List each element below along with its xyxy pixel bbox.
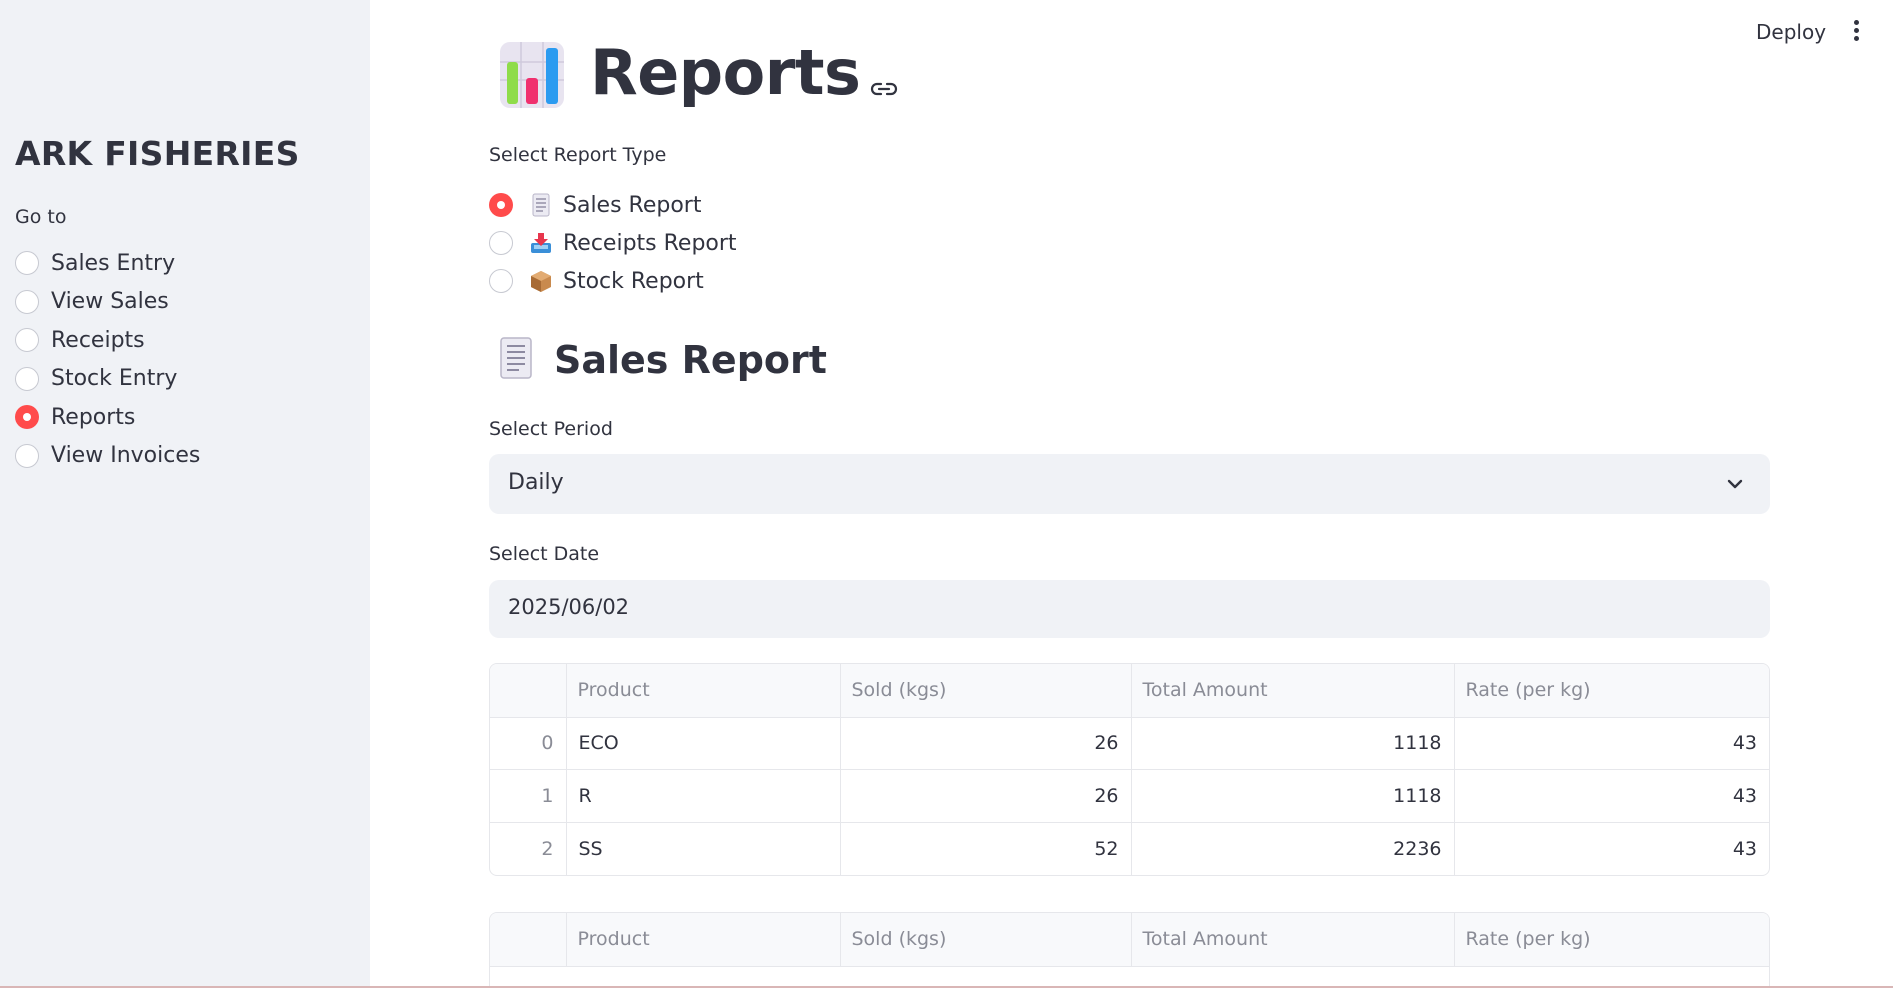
page-title: Reports: [590, 36, 861, 109]
cell-total[interactable]: 2236: [1131, 822, 1455, 875]
date-input-container[interactable]: [489, 580, 1770, 638]
nav-radio-group: Sales Entry View Sales Receipts Stock En…: [15, 244, 200, 475]
report-option-label: Sales Report: [563, 192, 702, 218]
nav-item-reports[interactable]: Reports: [15, 398, 200, 437]
report-option-receipts[interactable]: Receipts Report: [489, 224, 737, 262]
radio-button-selected[interactable]: [489, 193, 513, 217]
section-header: Sales Report: [498, 336, 827, 384]
nav-item-label: Sales Entry: [51, 250, 176, 276]
sidebar: ARK FISHERIES Go to Sales Entry View Sal…: [0, 0, 370, 988]
deploy-button[interactable]: Deploy: [1756, 20, 1826, 44]
receipt-icon: [498, 336, 534, 384]
nav-item-view-sales[interactable]: View Sales: [15, 283, 200, 322]
kebab-menu-icon[interactable]: [1848, 20, 1864, 46]
report-option-label: Receipts Report: [563, 230, 737, 256]
column-header-sold[interactable]: Sold (kgs): [840, 913, 1132, 967]
chevron-down-icon: [1726, 475, 1744, 493]
sales-report-table[interactable]: Product Sold (kgs) Total Amount Rate (pe…: [489, 663, 1770, 876]
radio-button[interactable]: [15, 251, 39, 276]
column-header-product[interactable]: Product: [566, 913, 841, 967]
column-header-rate[interactable]: Rate (per kg): [1454, 664, 1769, 718]
package-icon: [529, 269, 553, 293]
nav-item-label: View Sales: [51, 289, 169, 315]
table-row: 1 R 26 1118 43: [490, 769, 1769, 823]
period-select[interactable]: Daily: [489, 454, 1770, 514]
row-index: 1: [490, 769, 567, 823]
cell-sold[interactable]: 26: [840, 717, 1132, 770]
report-option-label: Stock Report: [563, 268, 704, 294]
radio-button[interactable]: [15, 366, 39, 391]
date-label: Select Date: [489, 543, 600, 565]
link-icon[interactable]: [870, 80, 898, 98]
radio-button[interactable]: [15, 443, 39, 468]
radio-button[interactable]: [489, 269, 513, 293]
nav-item-label: Stock Entry: [51, 366, 178, 392]
nav-item-view-invoices[interactable]: View Invoices: [15, 437, 200, 476]
page-header: Reports: [498, 34, 898, 112]
radio-button[interactable]: [15, 289, 39, 314]
radio-button[interactable]: [15, 328, 39, 353]
radio-button[interactable]: [489, 231, 513, 255]
row-index: 2: [490, 822, 567, 875]
row-index: 0: [490, 717, 567, 770]
cell-product[interactable]: R: [566, 769, 841, 823]
column-header-total[interactable]: Total Amount: [1131, 664, 1455, 718]
cell-product[interactable]: SS: [566, 822, 841, 875]
table-header-row: Product Sold (kgs) Total Amount Rate (pe…: [490, 664, 1769, 718]
cell-total[interactable]: 1118: [1131, 717, 1455, 770]
nav-item-stock-entry[interactable]: Stock Entry: [15, 360, 200, 399]
cell-rate[interactable]: 43: [1454, 717, 1769, 770]
second-report-table[interactable]: Product Sold (kgs) Total Amount Rate (pe…: [489, 912, 1770, 988]
report-option-stock[interactable]: Stock Report: [489, 262, 737, 300]
table-header-row: Product Sold (kgs) Total Amount Rate (pe…: [490, 913, 1769, 967]
report-type-label: Select Report Type: [489, 144, 667, 166]
sidebar-brand: ARK FISHERIES: [15, 134, 300, 173]
column-header-index[interactable]: [490, 913, 567, 967]
column-header-total[interactable]: Total Amount: [1131, 913, 1455, 967]
report-option-sales[interactable]: Sales Report: [489, 186, 737, 224]
bar-chart-icon: [498, 38, 568, 112]
nav-item-receipts[interactable]: Receipts: [15, 321, 200, 360]
table-row: 0 ECO 26 1118 43: [490, 717, 1769, 770]
date-input[interactable]: [508, 595, 1108, 619]
cell-rate[interactable]: 43: [1454, 769, 1769, 823]
inbox-tray-icon: [529, 231, 553, 255]
column-header-rate[interactable]: Rate (per kg): [1454, 913, 1769, 967]
nav-item-sales-entry[interactable]: Sales Entry: [15, 244, 200, 283]
table-row: 2 SS 52 2236 43: [490, 822, 1769, 875]
cell-rate[interactable]: 43: [1454, 822, 1769, 875]
period-label: Select Period: [489, 418, 613, 440]
section-title: Sales Report: [554, 338, 827, 382]
report-type-radio-group: Sales Report Receipts Report Stock Repor…: [489, 186, 737, 300]
nav-item-label: View Invoices: [51, 443, 201, 469]
receipt-icon: [529, 193, 553, 217]
column-header-product[interactable]: Product: [566, 664, 841, 718]
radio-button-selected[interactable]: [15, 405, 39, 430]
column-header-sold[interactable]: Sold (kgs): [840, 664, 1132, 718]
cell-sold[interactable]: 26: [840, 769, 1132, 823]
nav-group-label: Go to: [15, 206, 67, 228]
cell-total[interactable]: 1118: [1131, 769, 1455, 823]
cell-product[interactable]: ECO: [566, 717, 841, 770]
period-select-value: Daily: [508, 470, 564, 495]
cell-sold[interactable]: 52: [840, 822, 1132, 875]
nav-item-label: Receipts: [51, 327, 145, 353]
nav-item-label: Reports: [51, 404, 136, 430]
column-header-index[interactable]: [490, 664, 567, 718]
